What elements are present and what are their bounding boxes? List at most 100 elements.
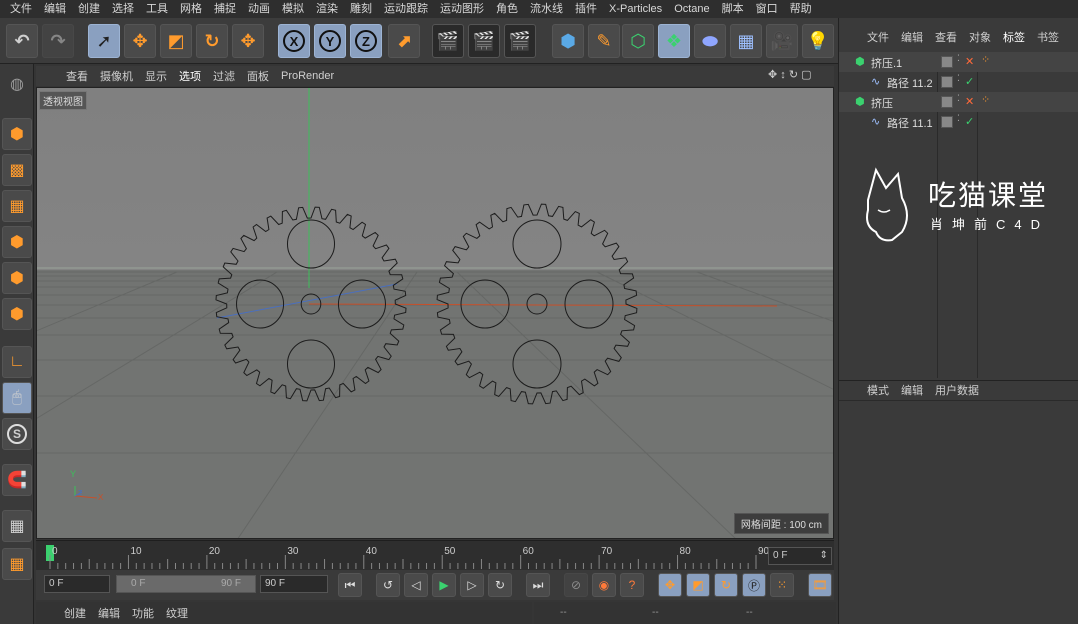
layout-globe-button[interactable]: ◍ <box>2 68 32 100</box>
material-menu-item-1[interactable]: 编辑 <box>92 605 126 621</box>
next-frame-button[interactable]: ▷ <box>460 573 484 597</box>
menu-item-11[interactable]: 运动跟踪 <box>378 0 434 18</box>
next-key-button[interactable]: ↻ <box>488 573 512 597</box>
keyframe-selection-button[interactable]: ? <box>620 573 644 597</box>
coordinate-system-button[interactable]: ⬈ <box>388 24 420 58</box>
viewport-menu-item-5[interactable]: 面板 <box>241 68 275 84</box>
enabled-check-icon[interactable]: ✓ <box>965 75 974 88</box>
menu-item-3[interactable]: 选择 <box>106 0 140 18</box>
start-frame-field[interactable]: 0 F <box>44 575 110 593</box>
cloner-button[interactable]: ❖ <box>658 24 690 58</box>
visibility-icon[interactable] <box>941 56 953 68</box>
visibility-icon[interactable] <box>941 96 953 108</box>
axis-mode-button[interactable]: ∟ <box>2 346 32 378</box>
prev-frame-button[interactable]: ◁ <box>404 573 428 597</box>
key-scale-button[interactable]: ◩ <box>686 573 710 597</box>
move-tool-button[interactable]: ✥ <box>124 24 156 58</box>
material-tag-icon[interactable]: ⁘ <box>981 93 990 106</box>
goto-end-button[interactable]: ⏭ <box>526 573 550 597</box>
points-mode-button[interactable]: ⬢ <box>2 226 32 258</box>
menu-item-19[interactable]: 窗口 <box>750 0 784 18</box>
menu-item-6[interactable]: 捕捉 <box>208 0 242 18</box>
record-key-button[interactable]: ⊘ <box>564 573 588 597</box>
menu-item-5[interactable]: 网格 <box>174 0 208 18</box>
material-menu-item-3[interactable]: 纹理 <box>160 605 194 621</box>
axis-z-button[interactable]: Z <box>350 24 382 58</box>
viewport-menu-item-1[interactable]: 摄像机 <box>94 68 139 84</box>
menu-item-9[interactable]: 渲染 <box>310 0 344 18</box>
axis-x-button[interactable]: X <box>278 24 310 58</box>
floor-button[interactable]: ▦ <box>730 24 762 58</box>
viewport-menu-item-4[interactable]: 过滤 <box>207 68 241 84</box>
disabled-x-icon[interactable]: ✕ <box>965 95 974 108</box>
viewport-label[interactable]: 透视视图 <box>39 91 87 110</box>
workplane-mode-button[interactable]: ▦ <box>2 190 32 222</box>
solo-button[interactable]: S <box>2 418 32 450</box>
menu-item-18[interactable]: 脚本 <box>716 0 750 18</box>
select-tool-button[interactable]: ➚ <box>88 24 120 58</box>
axis-y-button[interactable]: Y <box>314 24 346 58</box>
autokey-button[interactable]: ◉ <box>592 573 616 597</box>
current-frame-field[interactable]: 0 F ⇕ <box>768 547 832 565</box>
preview-range-slider[interactable]: 0 F 90 F <box>116 575 256 593</box>
menu-item-1[interactable]: 编辑 <box>38 0 72 18</box>
object-row[interactable]: ⬢ 挤压.1 ⁚ ✕ ⁘ <box>839 52 1078 72</box>
object-manager-menu-item-4[interactable]: 标签 <box>997 29 1031 45</box>
attribute-menu-item-2[interactable]: 用户数据 <box>929 382 985 398</box>
menu-item-20[interactable]: 帮助 <box>784 0 818 18</box>
model-mode-button[interactable]: ⬢ <box>2 118 32 150</box>
menu-item-8[interactable]: 模拟 <box>276 0 310 18</box>
menu-item-13[interactable]: 角色 <box>490 0 524 18</box>
menu-item-17[interactable]: Octane <box>668 0 715 18</box>
menu-item-14[interactable]: 流水线 <box>524 0 569 18</box>
scale-tool-button[interactable]: ◩ <box>160 24 192 58</box>
prev-key-button[interactable]: ↺ <box>376 573 400 597</box>
viewport-menu-item-6[interactable]: ProRender <box>275 70 340 82</box>
menu-item-12[interactable]: 运动图形 <box>434 0 490 18</box>
timeline-ruler[interactable]: 0 10 20 30 40 50 60 70 80 90 0 F ⇕ <box>36 540 834 570</box>
subdivision-button[interactable]: ⬡ <box>622 24 654 58</box>
render-picture-viewer-button[interactable]: 🎬 <box>468 24 500 58</box>
camera-button[interactable]: 🎥 <box>766 24 798 58</box>
menu-item-2[interactable]: 创建 <box>72 0 106 18</box>
undo-button[interactable]: ↶ <box>6 24 38 58</box>
edges-mode-button[interactable]: ⬢ <box>2 262 32 294</box>
viewport-menu-item-2[interactable]: 显示 <box>139 68 173 84</box>
cube-button[interactable]: ⬢ <box>552 24 584 58</box>
object-manager-menu-item-2[interactable]: 查看 <box>929 29 963 45</box>
polygons-mode-button[interactable]: ⬢ <box>2 298 32 330</box>
goto-start-button[interactable]: ⏮ <box>338 573 362 597</box>
material-menu-item-2[interactable]: 功能 <box>126 605 160 621</box>
object-row[interactable]: ⬢ 挤压 ⁚ ✕ ⁘ <box>839 92 1078 112</box>
render-toggle-icon[interactable]: ⁚ <box>957 94 960 103</box>
key-position-button[interactable]: ✥ <box>658 573 682 597</box>
object-row[interactable]: ∿ 路径 11.1 ⁚ ✓ <box>839 112 1078 132</box>
object-manager-menu-item-5[interactable]: 书签 <box>1031 29 1065 45</box>
visibility-icon[interactable] <box>941 116 953 128</box>
texture-mode-button[interactable]: ▩ <box>2 154 32 186</box>
perspective-viewport[interactable]: 透视视图 Y Z X 网格间距 : 100 cm <box>36 87 834 539</box>
menu-item-15[interactable]: 插件 <box>569 0 603 18</box>
attribute-menu-item-1[interactable]: 编辑 <box>895 382 929 398</box>
viewport-menu-item-0[interactable]: 查看 <box>60 68 94 84</box>
render-settings-button[interactable]: 🎬 <box>504 24 536 58</box>
light-button[interactable]: 💡 <box>802 24 834 58</box>
viewport-nav-icons[interactable]: ✥ ↕ ↻ ▢ <box>768 68 812 81</box>
object-manager-menu-item-3[interactable]: 对象 <box>963 29 997 45</box>
redo-button[interactable]: ↷ <box>42 24 74 58</box>
pen-button[interactable]: ✎ <box>588 24 620 58</box>
viewport-menu-item-3[interactable]: 选项 <box>173 68 207 84</box>
enabled-check-icon[interactable]: ✓ <box>965 115 974 128</box>
menu-item-4[interactable]: 工具 <box>140 0 174 18</box>
render-toggle-icon[interactable]: ⁚ <box>957 114 960 123</box>
menu-item-7[interactable]: 动画 <box>242 0 276 18</box>
timeline-window-button[interactable]: 🎞 <box>808 573 832 597</box>
object-manager-menu-item-0[interactable]: 文件 <box>861 29 895 45</box>
menu-item-0[interactable]: 文件 <box>4 0 38 18</box>
workplane-rotate-button[interactable]: ▦ <box>2 548 32 580</box>
material-menu-item-0[interactable]: 创建 <box>58 605 92 621</box>
key-rotation-button[interactable]: ↻ <box>714 573 738 597</box>
object-manager-menu-item-1[interactable]: 编辑 <box>895 29 929 45</box>
visibility-icon[interactable] <box>941 76 953 88</box>
key-parameter-button[interactable]: Ⓟ <box>742 573 766 597</box>
